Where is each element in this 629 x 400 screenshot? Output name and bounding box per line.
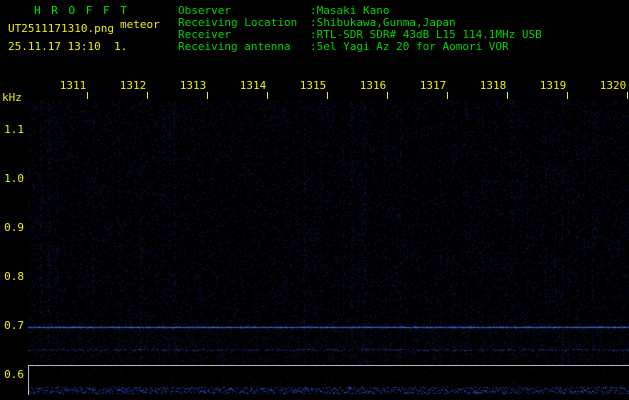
time-tick-mark	[207, 92, 208, 99]
info-value: :5el Yagi Az 20 for Aomori VOR	[310, 41, 509, 53]
freq-tick-label: 1.0	[0, 173, 24, 185]
time-tick-mark	[267, 92, 268, 99]
observer-tag: meteor	[120, 19, 160, 31]
time-tick-label: 1314	[236, 80, 270, 92]
time-tick-label: 1320	[596, 80, 629, 92]
time-tick-mark	[87, 92, 88, 99]
time-tick-label: 1313	[176, 80, 210, 92]
filename-label: UT2511171310.png	[8, 23, 114, 35]
datetime-label: 25.11.17 13:10 1.	[8, 41, 127, 53]
freq-tick-label: 0.6	[0, 369, 24, 381]
time-tick-mark	[447, 92, 448, 99]
time-tick-mark	[567, 92, 568, 99]
freq-tick-label: 0.9	[0, 222, 24, 234]
time-tick-label: 1311	[56, 80, 90, 92]
time-tick-label: 1319	[536, 80, 570, 92]
info-label: Receiving antenna	[178, 41, 291, 53]
app-title: H R O F F T	[34, 5, 129, 17]
freq-unit-label: kHz	[2, 92, 22, 104]
freq-tick-label: 1.1	[0, 124, 24, 136]
time-tick-label: 1315	[296, 80, 330, 92]
time-tick-mark	[387, 92, 388, 99]
time-tick-mark	[327, 92, 328, 99]
time-tick-mark	[147, 92, 148, 99]
spectrogram-canvas	[28, 100, 629, 365]
time-tick-mark	[507, 92, 508, 99]
time-tick-label: 1318	[476, 80, 510, 92]
hrofft-screen: H R O F F T UT2511171310.png meteor 25.1…	[0, 0, 629, 400]
time-tick-label: 1316	[356, 80, 390, 92]
time-tick-mark	[627, 92, 628, 99]
time-tick-label: 1317	[416, 80, 450, 92]
time-tick-label: 1312	[116, 80, 150, 92]
freq-tick-label: 0.7	[0, 320, 24, 332]
signal-level-canvas	[29, 366, 629, 395]
freq-tick-label: 0.8	[0, 271, 24, 283]
